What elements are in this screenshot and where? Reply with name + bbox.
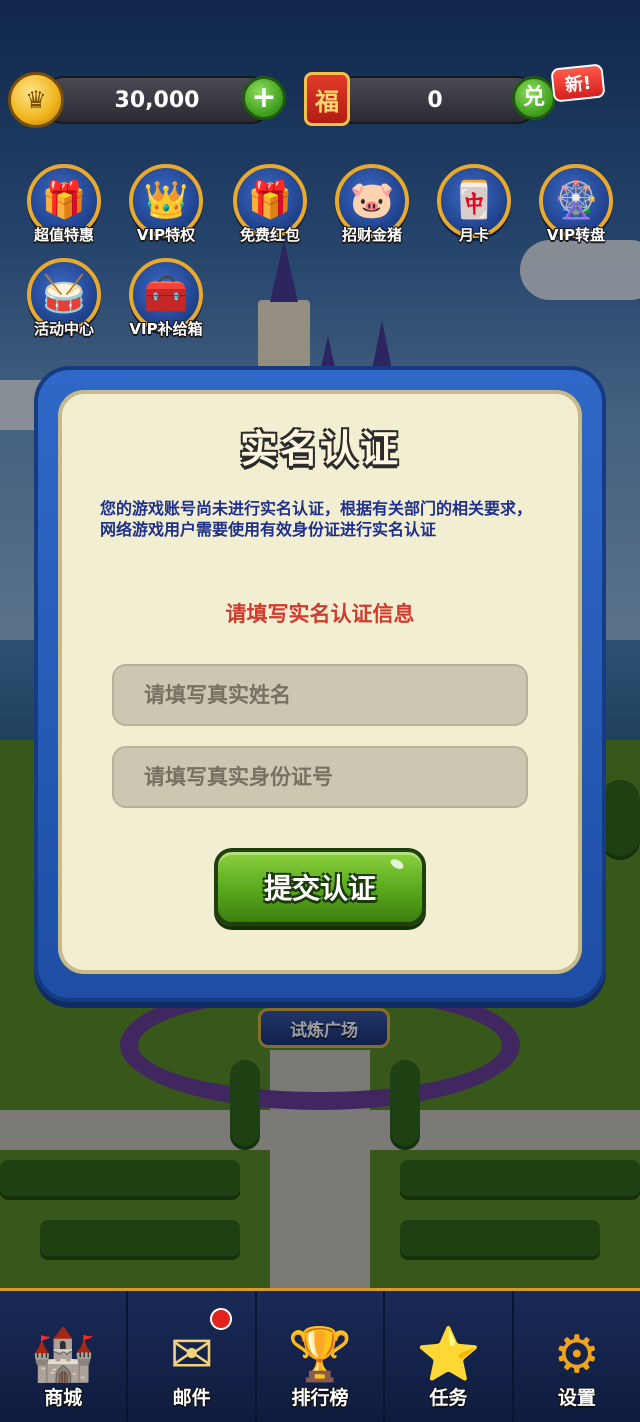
mail-icon: ✉ [169, 1325, 214, 1385]
id-number-input[interactable] [112, 746, 528, 808]
new-badge: 新! [550, 63, 606, 103]
feature-free-red-packet[interactable]: 🎁 免费红包 [222, 164, 318, 256]
fu-icon: 福 [304, 72, 350, 126]
coin-balance: 30,000 [40, 76, 274, 124]
nav-leaderboard[interactable]: 🏆 排行榜 [257, 1291, 386, 1422]
coin-icon: ♛ [8, 72, 64, 128]
feature-vip-privilege[interactable]: 👑 VIP特权 [118, 164, 214, 256]
gear-icon: ⚙ [553, 1325, 601, 1385]
feature-super-deal[interactable]: 🎁 超值特惠 [16, 164, 112, 256]
feature-vip-supply-chest[interactable]: 🧰 VIP补给箱 [118, 258, 214, 350]
fu-balance: 0 [330, 76, 540, 124]
feature-month-card[interactable]: 🀄 月卡 [426, 164, 522, 256]
feature-event-center[interactable]: 🥁 活动中心 [16, 258, 112, 350]
mail-notification-dot [210, 1308, 232, 1330]
dialog-prompt: 请填写实名认证信息 [225, 602, 415, 626]
submit-verification-button[interactable]: 提交认证 [214, 848, 426, 926]
exchange-button[interactable]: 兑 [512, 76, 556, 120]
add-coins-button[interactable]: + [242, 76, 286, 120]
fu-amount: 0 [427, 87, 443, 113]
button-shine [388, 857, 406, 871]
dialog-description: 您的游戏账号尚未进行实名认证，根据有关部门的相关要求，网络游戏用户需要使用有效身… [100, 499, 533, 539]
feature-golden-pig[interactable]: 🐷 招财金猪 [324, 164, 420, 256]
castle-icon: 🏰 [30, 1325, 96, 1385]
real-name-input[interactable] [112, 664, 528, 726]
dialog-title: 实名认证 [239, 427, 400, 471]
coin-amount: 30,000 [114, 87, 200, 113]
nav-mail[interactable]: ✉ 邮件 [128, 1291, 257, 1422]
nav-shop[interactable]: 🏰 商城 [0, 1291, 129, 1422]
task-book-icon: ⭐ [416, 1325, 481, 1385]
nav-tasks[interactable]: ⭐ 任务 [385, 1291, 514, 1422]
submit-label: 提交认证 [263, 872, 376, 905]
trophy-icon: 🏆 [287, 1325, 353, 1385]
bottom-nav: 🏰 商城 ✉ 邮件 🏆 排行榜 ⭐ 任务 ⚙ 设置 [0, 1288, 640, 1422]
nav-settings[interactable]: ⚙ 设置 [514, 1291, 640, 1422]
feature-vip-wheel[interactable]: 🎡 VIP转盘 [528, 164, 624, 256]
